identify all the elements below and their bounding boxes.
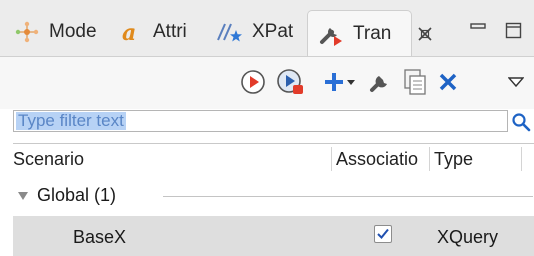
debug-run-icon[interactable] (275, 67, 307, 97)
group-separator (163, 196, 533, 197)
column-divider[interactable] (429, 147, 430, 171)
tab-attributes[interactable]: a Attri (120, 14, 187, 50)
group-row-global[interactable]: Global (1) (13, 175, 534, 215)
duplicate-icon[interactable] (401, 67, 429, 97)
xpath-icon (215, 21, 243, 43)
run-icon[interactable] (238, 67, 268, 97)
svg-text:a: a (122, 21, 136, 43)
column-header-type[interactable]: Type (434, 149, 473, 170)
attribute-icon: a (120, 21, 144, 43)
close-icon[interactable] (416, 25, 434, 43)
tab-model-label: Mode (49, 21, 97, 42)
wrench-icon[interactable] (367, 67, 393, 97)
column-header-association[interactable]: Associatio (336, 149, 428, 170)
column-header-scenario[interactable]: Scenario (13, 149, 84, 170)
tab-xpath-label: XPat (252, 21, 294, 42)
view-toolbar (0, 57, 534, 109)
tab-transformation-label: Tran (353, 22, 392, 44)
add-icon[interactable] (322, 67, 346, 97)
table-header: Scenario Associatio Type (13, 144, 534, 174)
remove-icon[interactable] (436, 67, 460, 97)
tab-attributes-label: Attri (153, 21, 187, 42)
tab-transformation[interactable]: Tran (307, 10, 412, 56)
scenario-type: XQuery (437, 227, 499, 247)
search-icon[interactable] (511, 112, 531, 137)
tab-model[interactable]: Mode (14, 14, 97, 50)
filter-input[interactable]: Type filter text (13, 110, 508, 132)
maximize-icon[interactable] (505, 22, 523, 45)
column-divider[interactable] (521, 147, 522, 171)
model-icon (14, 21, 40, 43)
tab-xpath[interactable]: XPat (215, 14, 293, 50)
table-row[interactable]: BaseX XQuery (13, 216, 534, 256)
transformation-scenarios-view: Mode a Attri XPat Tran Type filter text … (0, 0, 534, 256)
minimize-icon[interactable] (470, 22, 488, 41)
expand-caret-icon[interactable] (17, 186, 29, 207)
column-divider[interactable] (331, 147, 332, 171)
dropdown-arrow-icon[interactable] (346, 67, 356, 97)
view-menu-icon[interactable] (506, 67, 526, 97)
filter-bar: Type filter text (0, 110, 534, 134)
group-label: Global (1) (37, 185, 117, 205)
association-checkbox[interactable] (374, 225, 392, 243)
filter-placeholder: Type filter text (16, 111, 126, 130)
transformation-icon (318, 22, 344, 46)
view-tab-strip: Mode a Attri XPat Tran (0, 0, 534, 57)
scenario-name: BaseX (73, 227, 127, 247)
scenarios-table: Scenario Associatio Type Global (1) Base… (13, 143, 534, 256)
